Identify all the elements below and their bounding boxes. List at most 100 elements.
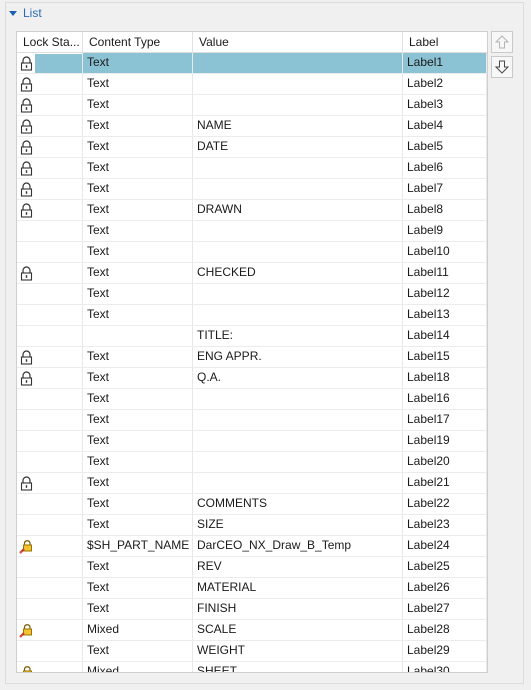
value-cell[interactable]: REV (193, 557, 403, 577)
value-cell[interactable] (193, 410, 403, 430)
list-section-header[interactable]: List (9, 4, 42, 22)
label-cell[interactable]: Label14 (403, 326, 487, 346)
label-cell[interactable]: Label19 (403, 431, 487, 451)
label-cell[interactable]: Label24 (403, 536, 487, 556)
lock-status-cell[interactable] (17, 179, 83, 199)
lock-status-cell[interactable] (17, 116, 83, 136)
label-cell[interactable]: Label12 (403, 284, 487, 304)
table-row[interactable]: Text Label3 (17, 95, 487, 116)
table-row[interactable]: Text DRAWN Label8 (17, 200, 487, 221)
table-row[interactable]: Text MATERIAL Label26 (17, 578, 487, 599)
label-cell[interactable]: Label9 (403, 221, 487, 241)
content-type-cell[interactable]: Text (83, 305, 193, 325)
label-cell[interactable]: Label27 (403, 599, 487, 619)
content-type-cell[interactable]: Text (83, 200, 193, 220)
value-cell[interactable]: DATE (193, 137, 403, 157)
label-cell[interactable]: Label18 (403, 368, 487, 388)
lock-status-cell[interactable] (17, 326, 83, 346)
value-cell[interactable]: ENG APPR. (193, 347, 403, 367)
value-cell[interactable] (193, 389, 403, 409)
lock-status-cell[interactable] (17, 599, 83, 619)
table-row[interactable]: Text WEIGHT Label29 (17, 641, 487, 662)
table-row[interactable]: Text Label16 (17, 389, 487, 410)
content-type-cell[interactable]: Mixed (83, 662, 193, 672)
table-row[interactable]: Text Label2 (17, 74, 487, 95)
value-cell[interactable]: FINISH (193, 599, 403, 619)
label-cell[interactable]: Label3 (403, 95, 487, 115)
label-cell[interactable]: Label2 (403, 74, 487, 94)
value-cell[interactable] (193, 452, 403, 472)
lock-status-cell[interactable] (17, 431, 83, 451)
value-cell[interactable]: DRAWN (193, 200, 403, 220)
table-row[interactable]: Mixed SHEET Label30 (17, 662, 487, 672)
content-type-cell[interactable]: Text (83, 137, 193, 157)
label-cell[interactable]: Label29 (403, 641, 487, 661)
content-type-cell[interactable]: Text (83, 599, 193, 619)
table-row[interactable]: Text Label17 (17, 410, 487, 431)
content-type-cell[interactable]: Text (83, 410, 193, 430)
lock-status-cell[interactable] (17, 494, 83, 514)
content-type-cell[interactable]: Text (83, 641, 193, 661)
value-cell[interactable]: SCALE (193, 620, 403, 640)
value-cell[interactable] (193, 221, 403, 241)
content-type-cell[interactable]: Text (83, 53, 193, 73)
value-cell[interactable] (193, 284, 403, 304)
label-cell[interactable]: Label5 (403, 137, 487, 157)
value-cell[interactable] (193, 53, 403, 73)
value-cell[interactable]: DarCEO_NX_Draw_B_Temp (193, 536, 403, 556)
value-cell[interactable] (193, 242, 403, 262)
lock-status-cell[interactable] (17, 578, 83, 598)
list-table[interactable]: Lock Sta... Content Type Value Label Tex… (16, 31, 488, 673)
table-row[interactable]: Text Label7 (17, 179, 487, 200)
label-cell[interactable]: Label23 (403, 515, 487, 535)
content-type-cell[interactable]: Text (83, 242, 193, 262)
lock-status-cell[interactable] (17, 74, 83, 94)
content-type-cell[interactable]: Text (83, 284, 193, 304)
value-cell[interactable]: CHECKED (193, 263, 403, 283)
move-down-button[interactable] (491, 56, 513, 78)
table-row[interactable]: Text ENG APPR. Label15 (17, 347, 487, 368)
table-row[interactable]: Text DATE Label5 (17, 137, 487, 158)
lock-status-cell[interactable] (17, 95, 83, 115)
content-type-cell[interactable]: Text (83, 263, 193, 283)
lock-status-cell[interactable] (17, 200, 83, 220)
label-cell[interactable]: Label21 (403, 473, 487, 493)
content-type-cell[interactable]: Text (83, 221, 193, 241)
label-cell[interactable]: Label20 (403, 452, 487, 472)
table-row[interactable]: Text Label10 (17, 242, 487, 263)
content-type-cell[interactable]: Text (83, 179, 193, 199)
content-type-cell[interactable]: Text (83, 368, 193, 388)
label-cell[interactable]: Label1 (403, 53, 487, 73)
lock-status-cell[interactable] (17, 641, 83, 661)
lock-status-cell[interactable] (17, 410, 83, 430)
content-type-cell[interactable] (83, 326, 193, 346)
table-row[interactable]: Text COMMENTS Label22 (17, 494, 487, 515)
table-row[interactable]: Text NAME Label4 (17, 116, 487, 137)
column-header-value[interactable]: Value (193, 32, 403, 52)
content-type-cell[interactable]: Text (83, 158, 193, 178)
content-type-cell[interactable]: Text (83, 452, 193, 472)
label-cell[interactable]: Label10 (403, 242, 487, 262)
label-cell[interactable]: Label26 (403, 578, 487, 598)
value-cell[interactable]: Q.A. (193, 368, 403, 388)
label-cell[interactable]: Label16 (403, 389, 487, 409)
value-cell[interactable]: SIZE (193, 515, 403, 535)
lock-status-cell[interactable] (17, 221, 83, 241)
lock-status-cell[interactable] (17, 389, 83, 409)
content-type-cell[interactable]: Text (83, 515, 193, 535)
lock-status-cell[interactable] (17, 158, 83, 178)
value-cell[interactable]: TITLE: (193, 326, 403, 346)
column-header-content-type[interactable]: Content Type (83, 32, 193, 52)
content-type-cell[interactable]: $SH_PART_NAME (83, 536, 193, 556)
label-cell[interactable]: Label15 (403, 347, 487, 367)
label-cell[interactable]: Label22 (403, 494, 487, 514)
label-cell[interactable]: Label13 (403, 305, 487, 325)
lock-status-cell[interactable] (17, 536, 83, 556)
value-cell[interactable] (193, 74, 403, 94)
label-cell[interactable]: Label30 (403, 662, 487, 672)
value-cell[interactable] (193, 179, 403, 199)
value-cell[interactable] (193, 305, 403, 325)
table-row[interactable]: TITLE: Label14 (17, 326, 487, 347)
table-row[interactable]: Text Label21 (17, 473, 487, 494)
lock-status-cell[interactable] (17, 53, 83, 73)
